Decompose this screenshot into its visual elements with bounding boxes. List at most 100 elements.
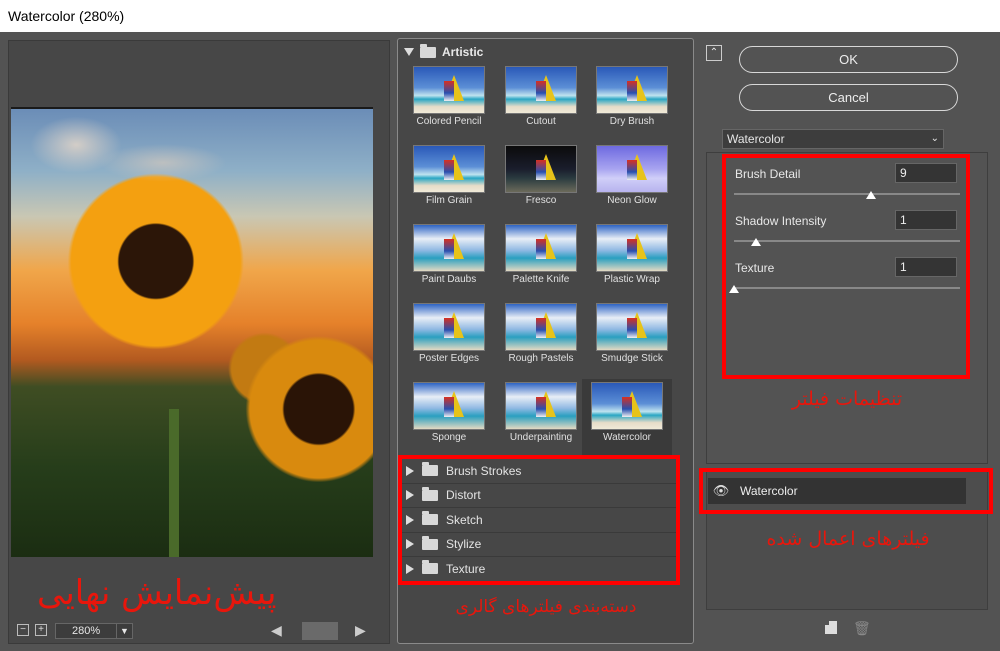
applied-filter-row[interactable]: 👁 Watercolor	[708, 478, 966, 504]
zoom-select[interactable]: 280% ▼	[55, 623, 133, 639]
brush-detail-slider-knob[interactable]	[866, 191, 876, 199]
brush-detail-slider[interactable]	[734, 193, 960, 195]
shadow-intensity-input[interactable]: 1	[895, 210, 957, 230]
filter-cutout[interactable]: Cutout	[496, 63, 586, 141]
filter-label: Neon Glow	[607, 195, 657, 206]
cancel-button[interactable]: Cancel	[739, 84, 958, 111]
preview-annotation: پیش‌نمایش نهایی	[37, 573, 277, 613]
collapse-gallery-button[interactable]: ⌃	[706, 45, 722, 61]
filter-thumbnail	[413, 303, 485, 351]
filter-rough-pastels[interactable]: Rough Pastels	[496, 300, 586, 378]
filter-film-grain[interactable]: Film Grain	[404, 142, 494, 220]
filter-thumbnail	[596, 145, 668, 193]
category-label: Stylize	[446, 537, 482, 552]
chevron-down-icon: ⌄	[930, 133, 939, 144]
filter-sponge[interactable]: Sponge	[404, 379, 494, 457]
preview-pane: پیش‌نمایش نهایی − + 280% ▼ ◀ ▶	[8, 40, 390, 644]
categories-annotation: دسته‌بندی فیلترهای گالری	[455, 597, 637, 617]
texture-slider-knob[interactable]	[729, 285, 739, 293]
nav-left-icon[interactable]: ◀	[271, 622, 282, 639]
filter-label: Underpainting	[509, 432, 573, 443]
filter-label: Rough Pastels	[508, 353, 574, 364]
zoom-in-button[interactable]: +	[35, 624, 47, 636]
filter-label: Colored Pencil	[416, 116, 482, 127]
category-label: Brush Strokes	[446, 463, 522, 478]
filter-thumbnail	[413, 66, 485, 114]
trash-icon[interactable]: 🗑	[853, 620, 871, 637]
filter-paint-daubs[interactable]: Paint Daubs	[404, 221, 494, 299]
applied-filter-name: Watercolor	[740, 484, 798, 498]
zoom-out-button[interactable]: −	[17, 624, 29, 636]
category-texture[interactable]: Texture	[402, 557, 678, 582]
filter-label: Film Grain	[425, 195, 473, 206]
filter-colored-pencil[interactable]: Colored Pencil	[404, 63, 494, 141]
filter-dry-brush[interactable]: Dry Brush	[587, 63, 677, 141]
filter-gallery: Artistic Colored Pencil Cutout Dry Brush…	[397, 38, 694, 644]
expand-arrow-icon	[406, 563, 414, 574]
nav-scroll-thumb[interactable]	[302, 622, 338, 640]
filter-neon-glow[interactable]: Neon Glow	[587, 142, 677, 220]
filter-thumbnails: Colored Pencil Cutout Dry Brush Film Gra…	[402, 63, 677, 457]
filter-thumbnail	[505, 303, 577, 351]
filter-select[interactable]: Watercolor ⌄	[722, 129, 944, 149]
texture-label: Texture	[735, 261, 775, 275]
category-label: Distort	[446, 488, 481, 503]
filter-underpainting[interactable]: Underpainting	[496, 379, 586, 457]
shadow-intensity-slider-knob[interactable]	[751, 238, 761, 246]
filter-select-value: Watercolor	[727, 132, 785, 146]
expand-arrow-icon	[406, 514, 414, 525]
filter-label: Cutout	[526, 116, 556, 127]
category-stylize[interactable]: Stylize	[402, 533, 678, 557]
category-label: Sketch	[446, 512, 483, 527]
ok-button[interactable]: OK	[739, 46, 958, 73]
folder-icon	[420, 43, 436, 58]
expand-arrow-icon	[404, 48, 414, 56]
settings-annotation: تنظیمات فیلتر	[791, 388, 903, 410]
filter-plastic-wrap[interactable]: Plastic Wrap	[587, 221, 677, 299]
folder-icon	[422, 462, 438, 477]
filter-label: Fresco	[525, 195, 557, 206]
folder-icon	[422, 511, 438, 526]
filter-label: Dry Brush	[609, 116, 655, 127]
texture-input[interactable]: 1	[895, 257, 957, 277]
filter-thumbnail	[505, 382, 577, 430]
chevron-down-icon: ▼	[116, 624, 132, 638]
filter-label: Palette Knife	[512, 274, 570, 285]
new-filter-layer-icon[interactable]	[825, 621, 837, 634]
filter-thumbnail	[413, 224, 485, 272]
filter-smudge-stick[interactable]: Smudge Stick	[587, 300, 677, 378]
filter-label: Watercolor	[603, 432, 651, 443]
eye-icon[interactable]: 👁	[708, 483, 734, 499]
category-sketch[interactable]: Sketch	[402, 508, 678, 533]
filter-thumbnail	[596, 303, 668, 351]
category-distort[interactable]: Distort	[402, 484, 678, 508]
folder-icon	[422, 486, 438, 501]
folder-icon	[422, 535, 438, 550]
filter-watercolor[interactable]: Watercolor	[582, 379, 672, 457]
zoom-bar: − + 280% ▼ ◀ ▶	[9, 619, 389, 643]
filter-settings-panel	[706, 152, 988, 464]
filter-poster-edges[interactable]: Poster Edges	[404, 300, 494, 378]
filter-palette-knife[interactable]: Palette Knife	[496, 221, 586, 299]
category-artistic[interactable]: Artistic	[404, 43, 484, 59]
preview-image[interactable]	[11, 107, 373, 557]
window-title: Watercolor (280%)	[0, 0, 1000, 32]
category-label: Artistic	[442, 45, 484, 59]
zoom-value: 280%	[72, 625, 101, 637]
expand-arrow-icon	[406, 465, 414, 476]
filter-categories: Brush Strokes Distort Sketch Stylize Tex…	[402, 459, 678, 582]
filter-thumbnail	[413, 382, 485, 430]
filter-label: Paint Daubs	[421, 274, 477, 285]
folder-icon	[422, 560, 438, 575]
filter-label: Smudge Stick	[601, 353, 663, 364]
expand-arrow-icon	[406, 539, 414, 550]
texture-slider[interactable]	[734, 287, 960, 289]
category-brush-strokes[interactable]: Brush Strokes	[402, 459, 678, 484]
filter-thumbnail	[505, 145, 577, 193]
brush-detail-input[interactable]: 9	[895, 163, 957, 183]
filter-fresco[interactable]: Fresco	[496, 142, 586, 220]
shadow-intensity-label: Shadow Intensity	[735, 214, 827, 228]
filter-thumbnail	[413, 145, 485, 193]
nav-right-icon[interactable]: ▶	[355, 622, 366, 639]
shadow-intensity-slider[interactable]	[734, 240, 960, 242]
